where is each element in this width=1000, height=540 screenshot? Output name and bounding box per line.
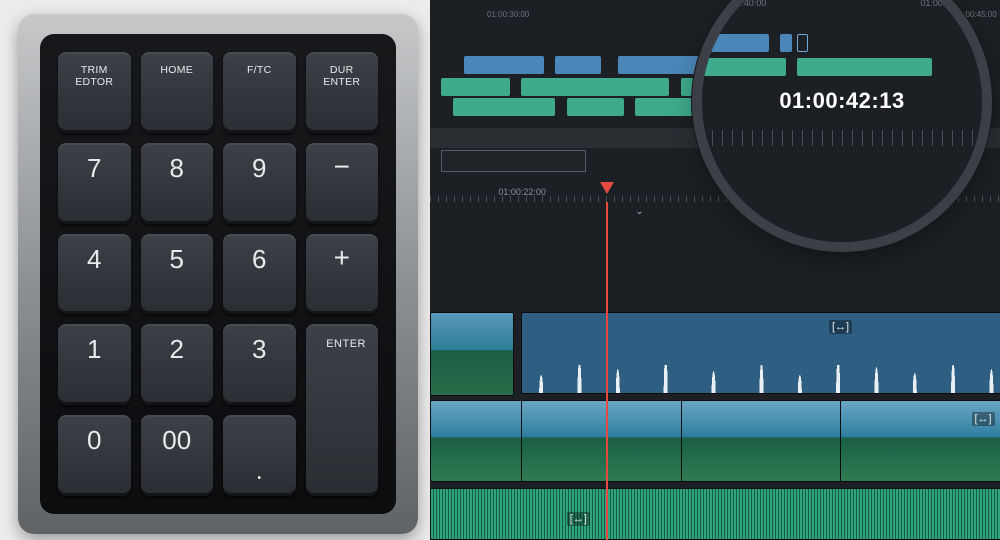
video-track-2[interactable] <box>430 312 1000 394</box>
key-home[interactable]: HOME <box>141 52 214 133</box>
key-6[interactable]: 6 <box>223 234 296 315</box>
key-dur-enter[interactable]: DUR ENTER <box>306 52 379 133</box>
timecode-display: 01:00:42:13 <box>702 88 982 114</box>
ruler-label: 01:00:40:00 <box>719 0 767 8</box>
key-8[interactable]: 8 <box>141 143 214 224</box>
key-7[interactable]: 7 <box>58 143 131 224</box>
key-plus[interactable]: + <box>306 234 379 315</box>
key-trim-editor[interactable]: TRIM EDTOR <box>58 52 131 133</box>
audio-track-1[interactable] <box>430 488 1000 540</box>
ruler-label: 01:00:22:00 <box>498 187 546 197</box>
clip-v1-2[interactable] <box>681 400 843 482</box>
key-ftc[interactable]: F/TC <box>223 52 296 133</box>
mini-segment[interactable] <box>453 98 556 116</box>
mini-segment[interactable] <box>441 78 509 96</box>
clip-a1[interactable] <box>430 488 1000 540</box>
key-00[interactable]: 00 <box>141 415 214 496</box>
key-dot[interactable]: . <box>223 415 296 496</box>
video-track-1[interactable] <box>430 400 1000 482</box>
chevron-down-icon[interactable]: ⌄ <box>635 206 643 217</box>
mini-segment[interactable] <box>464 56 544 74</box>
key-4[interactable]: 4 <box>58 234 131 315</box>
key-2[interactable]: 2 <box>141 324 214 405</box>
ruler-label: 01:00:45:00 <box>920 0 968 8</box>
key-3[interactable]: 3 <box>223 324 296 405</box>
magnifier-lens: 01:00:40:00 01:00:45:00 01:00:42:13 <box>702 0 982 242</box>
keypad-grid: TRIM EDTOR HOME F/TC DUR ENTER 7 8 9 − 4… <box>40 34 396 514</box>
mini-segment[interactable] <box>555 56 601 74</box>
clip-v1-0[interactable] <box>430 400 523 482</box>
playhead-icon[interactable] <box>600 182 614 196</box>
mini-segment[interactable] <box>618 56 709 74</box>
mini-segment[interactable] <box>521 78 669 96</box>
key-1[interactable]: 1 <box>58 324 131 405</box>
mini-view-window[interactable] <box>441 150 586 172</box>
ruler-label: 01:00:30:00 <box>487 10 529 19</box>
key-enter[interactable]: ENTER <box>306 324 379 496</box>
key-minus[interactable]: − <box>306 143 379 224</box>
clip-v1-1[interactable] <box>521 400 683 482</box>
key-5[interactable]: 5 <box>141 234 214 315</box>
numeric-keypad: TRIM EDTOR HOME F/TC DUR ENTER 7 8 9 − 4… <box>18 14 418 534</box>
clip-v2[interactable] <box>521 312 1000 394</box>
transition-marker-icon[interactable]: [↔] <box>567 512 590 526</box>
playhead-line[interactable] <box>606 202 608 540</box>
transition-marker-icon[interactable]: [↔] <box>972 412 995 426</box>
key-9[interactable]: 9 <box>223 143 296 224</box>
key-0[interactable]: 0 <box>58 415 131 496</box>
transition-marker-icon[interactable]: [↔] <box>829 320 852 334</box>
mini-segment[interactable] <box>567 98 624 116</box>
waveform-icon <box>522 353 1000 393</box>
timeline-panel: 01:00:30:00 01:00:45:00 01:00:22:00 ⌄ <box>430 0 1000 540</box>
